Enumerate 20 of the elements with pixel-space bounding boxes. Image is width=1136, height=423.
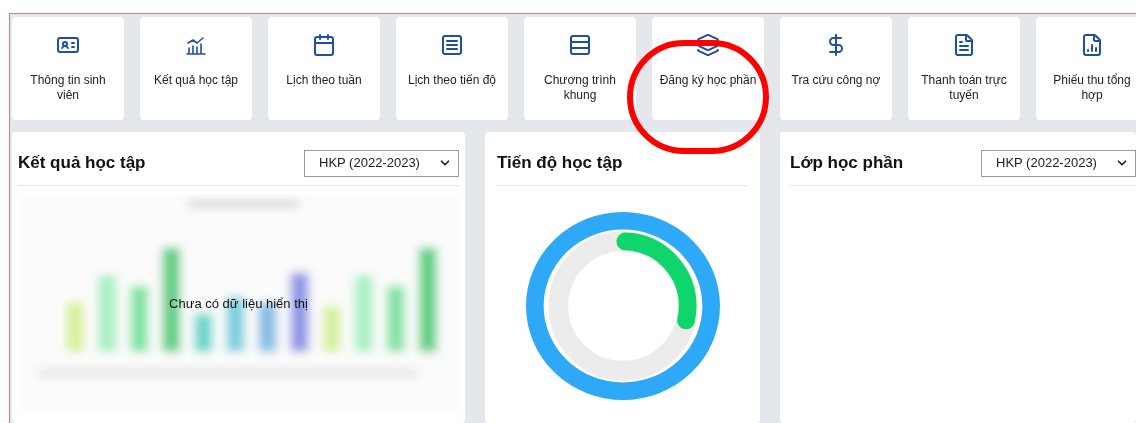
card-title: Lớp học phần (790, 152, 904, 175)
semester-select[interactable]: HKP (2022-2023) (304, 149, 459, 177)
rows-icon (568, 33, 592, 57)
menu-tile[interactable]: Kết quả học tập (140, 17, 252, 120)
calendar-icon (312, 33, 336, 57)
menu-tile[interactable]: Phiếu thu tổng hợp (1036, 17, 1136, 120)
report-icon (1080, 33, 1104, 57)
menu-tile[interactable]: Thanh toán trực tuyến (908, 17, 1020, 120)
menu-tile[interactable]: Chương trình khung (524, 17, 636, 120)
card-title: Tiến độ học tập (497, 152, 623, 175)
layers-icon (696, 33, 720, 57)
menu-tile[interactable]: Lịch theo tiến độ (396, 17, 508, 120)
list-window-icon (440, 33, 464, 57)
menu-tile[interactable]: Lịch theo tuần (268, 17, 380, 120)
document-icon (952, 33, 976, 57)
semester-select[interactable]: HKP (2022-2023) (981, 149, 1136, 177)
menu-tile[interactable]: Đăng ký học phần (652, 17, 764, 120)
card-title: Kết quả học tập (18, 152, 146, 175)
menu-tile[interactable]: Tra cứu công nợ (780, 17, 892, 120)
menu-tile[interactable]: Thông tin sinh viên (12, 17, 124, 120)
